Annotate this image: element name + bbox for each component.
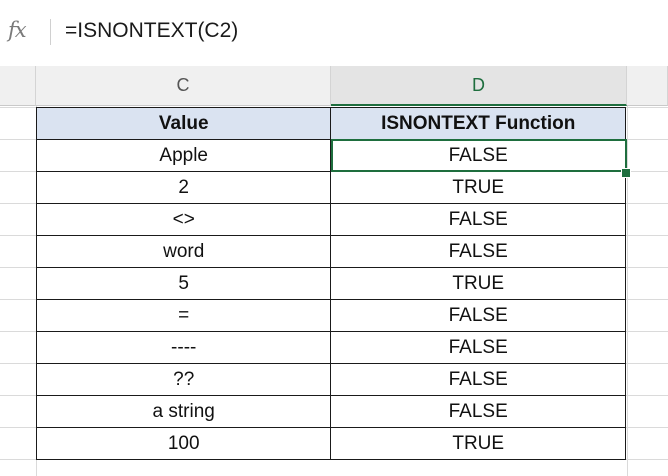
gridline-vertical bbox=[627, 106, 628, 476]
table-row: 100 TRUE bbox=[35, 427, 626, 460]
formula-input[interactable]: =ISNONTEXT(C2) bbox=[65, 19, 238, 43]
fill-handle[interactable] bbox=[621, 168, 631, 178]
result-cell[interactable]: TRUE bbox=[330, 427, 626, 460]
table-row: = FALSE bbox=[35, 299, 626, 332]
result-cell[interactable]: FALSE bbox=[330, 299, 626, 332]
table-header-row: Value ISNONTEXT Function bbox=[35, 107, 626, 140]
result-cell[interactable]: TRUE bbox=[330, 171, 626, 204]
value-cell[interactable]: <> bbox=[35, 203, 332, 236]
spreadsheet-grid: C D Value ISNONTEXT Function Apple FALSE 2… bbox=[0, 66, 668, 476]
column-header-c[interactable]: C bbox=[36, 66, 331, 106]
table-row: Apple FALSE bbox=[35, 139, 626, 172]
value-cell[interactable]: = bbox=[35, 299, 332, 332]
data-table: Value ISNONTEXT Function Apple FALSE 2 TRUE… bbox=[35, 107, 626, 460]
result-cell[interactable]: FALSE bbox=[330, 363, 626, 396]
result-cell[interactable]: FALSE bbox=[330, 395, 626, 428]
result-cell[interactable]: FALSE bbox=[330, 203, 626, 236]
value-cell[interactable]: 100 bbox=[35, 427, 332, 460]
result-cell[interactable]: FALSE bbox=[330, 331, 626, 364]
value-cell[interactable]: word bbox=[35, 235, 332, 268]
table-row: <> FALSE bbox=[35, 203, 626, 236]
column-header-d[interactable]: D bbox=[331, 66, 627, 106]
value-cell[interactable]: ---- bbox=[35, 331, 332, 364]
value-cell[interactable]: Apple bbox=[35, 139, 332, 172]
result-cell[interactable]: FALSE bbox=[330, 139, 626, 172]
formula-divider bbox=[50, 19, 51, 45]
value-cell[interactable]: 2 bbox=[35, 171, 332, 204]
header-cell-isnontext[interactable]: ISNONTEXT Function bbox=[330, 107, 626, 140]
formula-bar: fx =ISNONTEXT(C2) bbox=[0, 0, 668, 63]
header-cell-value[interactable]: Value bbox=[35, 107, 332, 140]
table-row: 5 TRUE bbox=[35, 267, 626, 300]
table-row: a string FALSE bbox=[35, 395, 626, 428]
column-header-e[interactable] bbox=[627, 66, 668, 106]
table-row: 2 TRUE bbox=[35, 171, 626, 204]
function-icon[interactable]: fx bbox=[8, 18, 27, 42]
table-row: ---- FALSE bbox=[35, 331, 626, 364]
result-cell[interactable]: FALSE bbox=[330, 235, 626, 268]
select-all-corner[interactable] bbox=[0, 66, 36, 106]
table-row: word FALSE bbox=[35, 235, 626, 268]
result-cell[interactable]: TRUE bbox=[330, 267, 626, 300]
value-cell[interactable]: 5 bbox=[35, 267, 332, 300]
value-cell[interactable]: a string bbox=[35, 395, 332, 428]
value-cell[interactable]: ?? bbox=[35, 363, 332, 396]
table-row: ?? FALSE bbox=[35, 363, 626, 396]
